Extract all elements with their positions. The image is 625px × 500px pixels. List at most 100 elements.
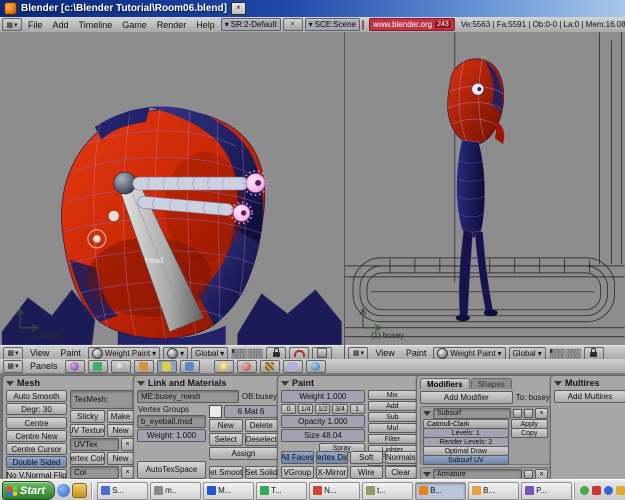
material-counter[interactable]: 6 Mat 6 (224, 405, 278, 418)
blender-url-badge[interactable]: www.blender.org243 (369, 18, 455, 31)
radiosity-subcontext-button[interactable] (283, 360, 303, 373)
task-button[interactable]: P... (521, 482, 572, 500)
scene-context-button[interactable] (180, 360, 200, 373)
script-context-button[interactable] (88, 360, 108, 373)
brush-mode-mix[interactable]: Mix (368, 390, 417, 400)
centre-cursor-button[interactable]: Centre Cursor (6, 443, 67, 455)
task-button[interactable]: N... (309, 482, 360, 500)
collapse-triangle-icon[interactable] (554, 381, 562, 386)
close-icon[interactable]: × (231, 2, 246, 15)
tray-icon-1[interactable] (580, 486, 589, 495)
tray-icon-3[interactable] (604, 486, 613, 495)
viewport-3d-right[interactable]: (1) busey (345, 32, 625, 345)
paint-menu[interactable]: Paint (402, 348, 431, 358)
tab-shapes[interactable]: Shapes (471, 378, 512, 389)
uv-texture-button[interactable]: UV Texture (70, 424, 105, 437)
window-type-menu[interactable]: ▦▾ (2, 18, 22, 31)
clear-button[interactable]: Clear (385, 466, 418, 479)
vertex-dist-toggle[interactable]: Vertex Dist (316, 451, 349, 464)
x-mirror-toggle[interactable]: X-Mirror (316, 466, 349, 479)
tray-icon-2[interactable] (592, 486, 601, 495)
panel-link-header[interactable]: Link and Materials (137, 378, 278, 388)
titlebar[interactable]: Blender [c:\Blender Tutorial\Room06.blen… (0, 0, 625, 17)
mode-dropdown[interactable]: Weight Paint▾ (433, 347, 505, 360)
autotexspace-toggle[interactable]: AutoTexSpace (137, 461, 206, 480)
viewport-type-menu[interactable]: ▦▾ (3, 347, 23, 360)
start-button[interactable]: Start (2, 481, 55, 500)
auto-smooth-toggle[interactable]: Auto Smooth (6, 390, 67, 402)
buttons-window-type-menu[interactable]: ▦▾ (3, 360, 23, 373)
mode-dropdown[interactable]: Weight Paint▾ (88, 347, 160, 360)
viewport-3d-left[interactable]: head (1) busey (0, 32, 344, 345)
all-faces-toggle[interactable]: All Faces (281, 451, 314, 464)
material-new-button[interactable]: New (209, 419, 243, 432)
screen-delete-button[interactable]: × (283, 18, 303, 31)
armature-name-field[interactable]: Armature (433, 469, 522, 480)
orientation-dropdown[interactable]: Global▾ (509, 347, 546, 360)
view-menu[interactable]: View (26, 348, 53, 358)
render-preview-button[interactable] (312, 347, 332, 360)
view-menu[interactable]: View (371, 348, 398, 358)
collapse-triangle-icon[interactable] (6, 381, 14, 386)
centre-button[interactable]: Centre (6, 417, 67, 429)
double-sided-toggle[interactable]: Double Sided (6, 456, 67, 468)
menu-timeline[interactable]: Timeline (75, 20, 117, 30)
set-smooth-button[interactable]: Set Smooth (209, 466, 243, 479)
scene-selector[interactable]: ▾SCE:Scene (305, 18, 360, 31)
task-button[interactable]: B... (415, 482, 466, 500)
add-multires-button[interactable]: Add Multires (554, 390, 625, 403)
collapse-triangle-icon[interactable] (423, 472, 431, 477)
shading-context-button[interactable] (111, 360, 131, 373)
menu-help[interactable]: Help (192, 20, 219, 30)
material-color-swatch[interactable] (209, 405, 222, 418)
paint-menu[interactable]: Paint (56, 348, 85, 358)
task-button[interactable]: T... (256, 482, 307, 500)
wire-toggle[interactable]: Wire (350, 466, 383, 479)
set-solid-button[interactable]: Set Solid (245, 466, 279, 479)
soft-toggle[interactable]: Soft (350, 451, 383, 464)
screen-selector[interactable]: ▾SR:2-Default (221, 18, 281, 31)
subsurf-delete-button[interactable]: × (535, 408, 548, 419)
weight-preset-1[interactable]: 1 (350, 404, 365, 414)
menu-add[interactable]: Add (49, 20, 73, 30)
panel-paint-header[interactable]: Paint (281, 378, 417, 388)
weight-preset-0[interactable]: 0 (281, 404, 296, 414)
collapse-triangle-icon[interactable] (281, 381, 289, 386)
task-button[interactable]: m.. (150, 482, 201, 500)
layers-widget[interactable] (231, 348, 263, 359)
collapse-triangle-icon[interactable] (423, 411, 431, 416)
paint-size-slider[interactable]: Size 48.04 (281, 429, 365, 442)
lamp-subcontext-button[interactable] (214, 360, 234, 373)
paint-weight-slider[interactable]: Weight 1.000 (281, 390, 365, 403)
modifier-render-toggle-icon[interactable] (524, 470, 533, 479)
draw-mode-dropdown[interactable]: ▾ (163, 347, 188, 360)
mesh-datablock-field[interactable]: ME:busey_mesh (137, 390, 239, 403)
task-button[interactable]: t... (362, 482, 413, 500)
panel-multires-header[interactable]: Multires (554, 378, 625, 388)
texmesh-field[interactable]: TexMesh: (70, 390, 134, 409)
centre-new-button[interactable]: Centre New (6, 430, 67, 442)
brush-mode-mul[interactable]: Mul (368, 423, 417, 433)
task-button[interactable]: M... (203, 482, 254, 500)
uv-texture-new-button[interactable]: New (107, 424, 134, 437)
material-deselect-button[interactable]: Deselect (245, 433, 279, 446)
add-modifier-button[interactable]: Add Modifier (420, 391, 513, 404)
orientation-dropdown[interactable]: Global▾ (191, 347, 228, 360)
uvtex-name-field[interactable]: UVTex (70, 438, 119, 451)
material-assign-button[interactable]: Assign (209, 447, 278, 460)
layers-widget[interactable] (549, 348, 581, 359)
task-button[interactable]: S... (97, 482, 148, 500)
subsurf-name-field[interactable]: Subsurf (433, 408, 511, 419)
logic-context-button[interactable] (65, 360, 85, 373)
vgroup-weight-slider[interactable]: Weight: 1.000 (137, 429, 206, 442)
armature-delete-button[interactable]: × (535, 469, 548, 480)
vertex-color-new-button[interactable]: New (107, 452, 134, 465)
quicklaunch-icon-1[interactable] (57, 484, 70, 497)
snap-button[interactable] (289, 347, 309, 360)
collapse-triangle-icon[interactable] (137, 381, 145, 386)
sticky-button[interactable]: Sticky (70, 410, 105, 423)
tab-modifiers[interactable]: Modifiers (420, 378, 470, 389)
modifier-render-toggle-icon[interactable] (513, 409, 522, 418)
vertex-group-name-field[interactable]: b_eyeball.msd (137, 415, 206, 428)
lock-button[interactable] (584, 347, 604, 360)
